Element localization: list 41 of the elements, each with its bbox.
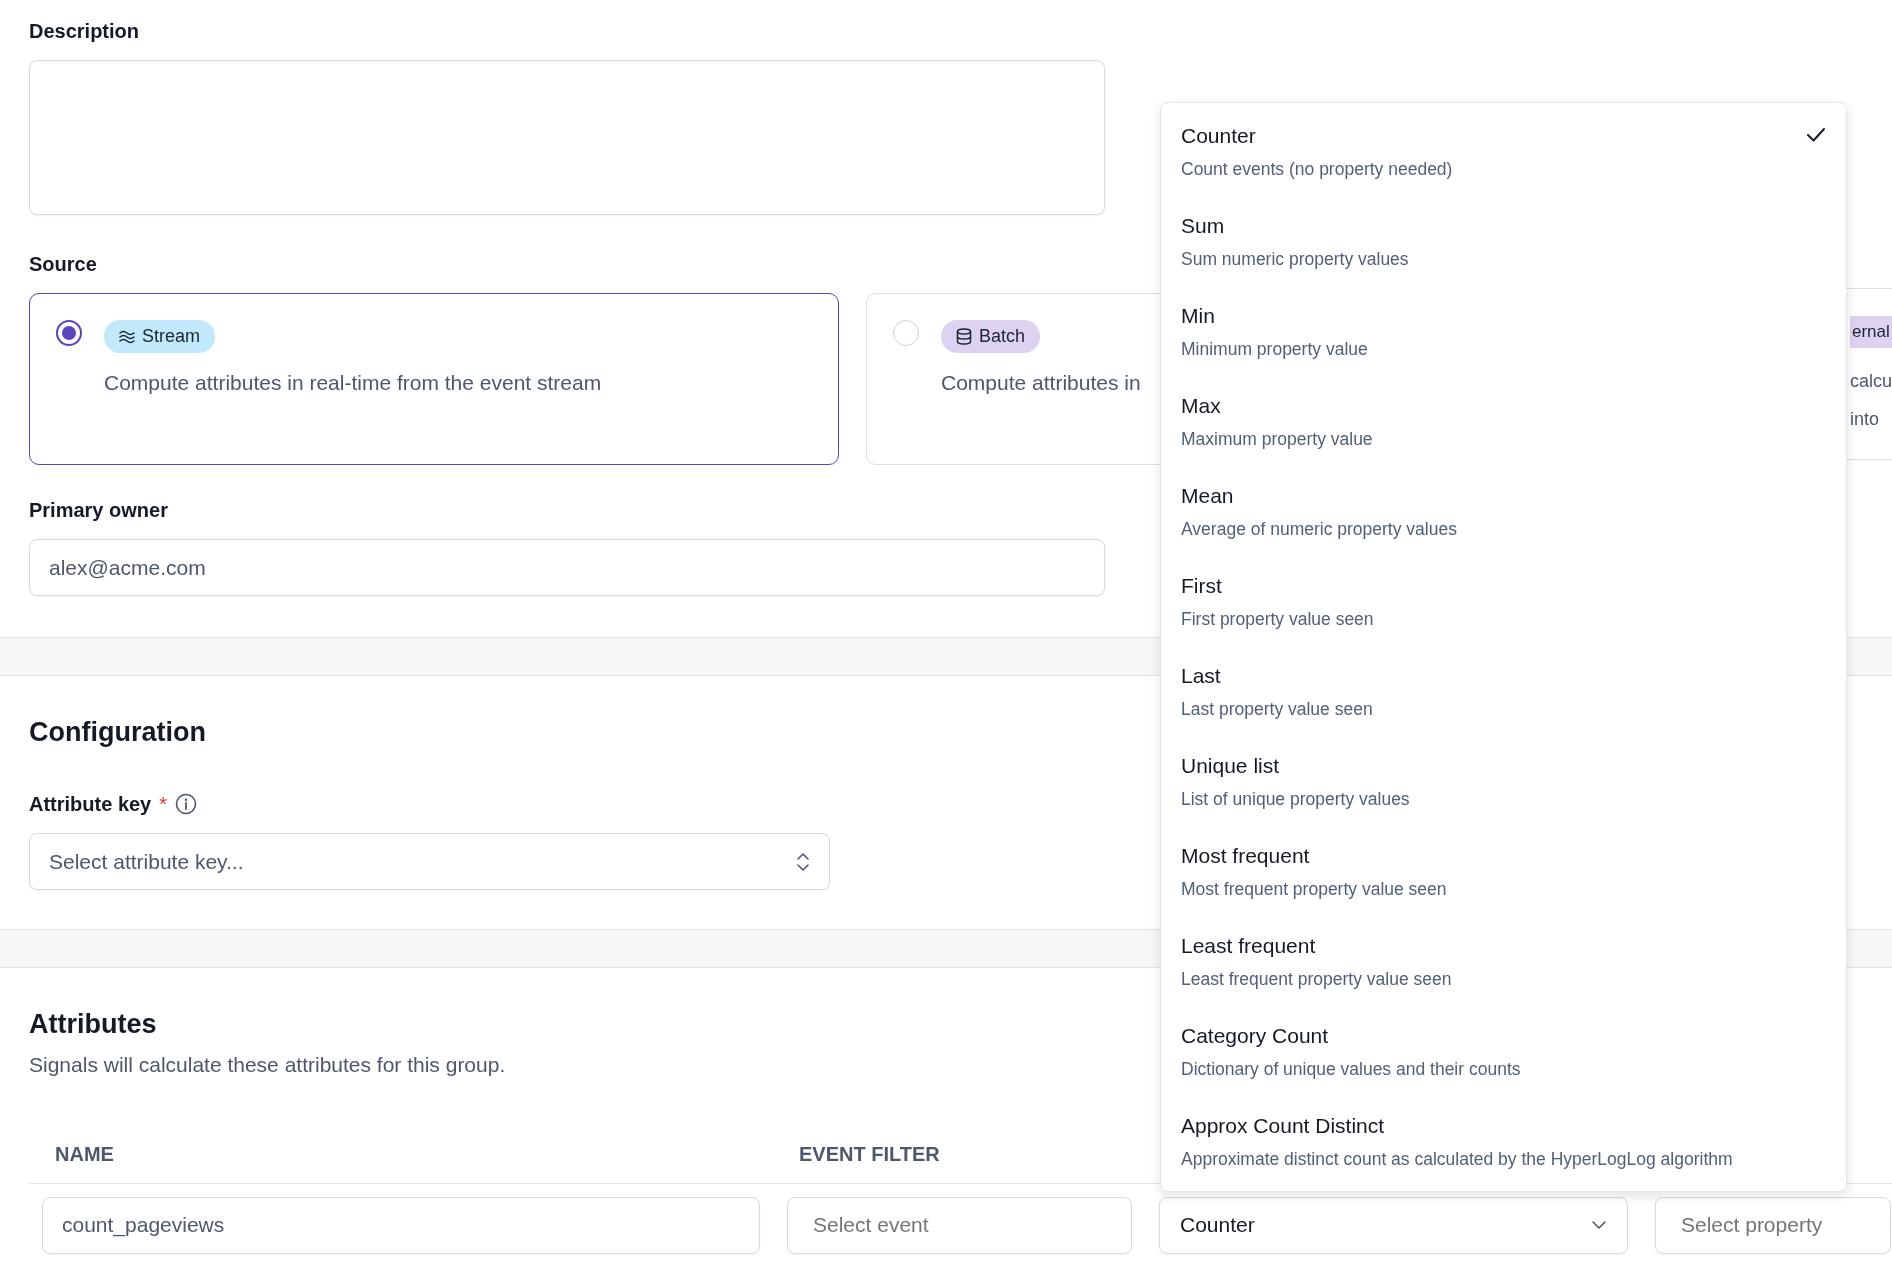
column-header: EVENT FILTER: [799, 1141, 940, 1167]
section-heading: Configuration: [29, 716, 206, 749]
option-label: Mean: [1181, 483, 1234, 509]
option-label: First: [1181, 573, 1222, 599]
option-description: Minimum property value: [1181, 338, 1368, 361]
field-label: Source: [29, 252, 97, 277]
option-label: Sum: [1181, 213, 1225, 239]
field-label: Primary owner: [29, 498, 168, 523]
option-description: First property value seen: [1181, 608, 1374, 631]
option-description: Average of numeric property values: [1181, 518, 1457, 541]
option-description: Approximate distinct count as calculated by the HyperLogLog algorithm: [1181, 1148, 1733, 1171]
option-label: Most frequent: [1181, 843, 1310, 869]
option-label: Approx Count Distinct: [1181, 1113, 1385, 1139]
source-badge: Batch: [941, 320, 1041, 353]
source-description: Compute attributes in real-time from the event stream: [104, 370, 602, 396]
option-description: Last property value seen: [1181, 698, 1373, 721]
option-description: List of unique property values: [1181, 788, 1410, 811]
column-header: NAME: [55, 1141, 115, 1167]
source-description: calcu: [1850, 369, 1892, 393]
section-heading: Attributes: [29, 1008, 157, 1041]
option-description: Maximum property value: [1181, 428, 1373, 451]
option-label: Counter: [1181, 123, 1256, 149]
option-description: Count events (no property needed): [1181, 158, 1453, 181]
section-subtitle: Signals will calculate these attributes for this group.: [29, 1052, 506, 1078]
field-label: Attribute key: [29, 792, 152, 817]
option-label: Min: [1181, 303, 1215, 329]
option-label: Least frequent: [1181, 933, 1316, 959]
source-description: Compute attributes in: [941, 370, 1141, 396]
required-mark: *: [159, 792, 168, 817]
option-label: Max: [1181, 393, 1221, 419]
source-description: into: [1850, 407, 1880, 431]
option-label: Category Count: [1181, 1023, 1329, 1049]
option-description: Least frequent property value seen: [1181, 968, 1452, 991]
source-badge: ernal: [1850, 316, 1892, 348]
field-label: Description: [29, 19, 140, 44]
option-label: Unique list: [1181, 753, 1280, 779]
source-badge: Stream: [104, 320, 216, 353]
option-label: Last: [1181, 663, 1221, 689]
option-description: Most frequent property value seen: [1181, 878, 1447, 901]
option-description: Sum numeric property values: [1181, 248, 1409, 271]
option-description: Dictionary of unique values and their counts: [1181, 1058, 1521, 1081]
